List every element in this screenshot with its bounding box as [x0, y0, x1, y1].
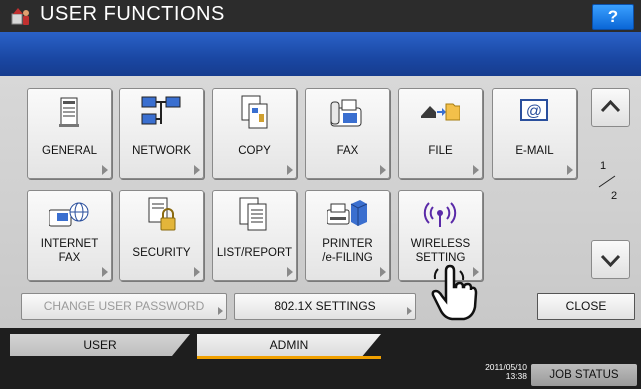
chevron-up-icon — [600, 99, 621, 113]
page-slash — [598, 175, 616, 188]
dot1x-settings-button[interactable]: 802.1X SETTINGS — [234, 293, 416, 320]
fax-label: FAX — [336, 145, 359, 157]
network-label: NETWORK — [132, 145, 191, 157]
chevron-right-icon — [102, 267, 108, 277]
tab-user[interactable]: USER — [10, 334, 190, 356]
date-time: 2011/05/10 13:38 — [452, 363, 527, 381]
list-report-button[interactable]: LIST/REPORT — [212, 190, 297, 281]
file-label: FILE — [428, 145, 453, 157]
email-label: E-MAIL — [515, 145, 554, 157]
chevron-right-icon — [287, 267, 293, 277]
close-label: CLOSE — [565, 299, 607, 313]
copy-icon — [241, 95, 268, 129]
chevron-right-icon — [218, 307, 223, 315]
general-device-icon — [59, 97, 79, 127]
scroll-down-button[interactable] — [591, 240, 630, 279]
chevron-right-icon — [194, 267, 200, 277]
title-bar: USER FUNCTIONS ? — [0, 0, 641, 32]
fax-icon — [330, 99, 362, 127]
job-status-button[interactable]: JOB STATUS — [531, 364, 637, 386]
scroll-up-button[interactable] — [591, 88, 630, 127]
security-lock-icon — [148, 197, 176, 231]
user-functions-icon — [11, 8, 29, 25]
chevron-right-icon — [380, 165, 386, 175]
printer-efiling-button[interactable]: PRINTER /e-FILING — [305, 190, 390, 281]
total-pages: 2 — [611, 190, 618, 202]
printer-box-icon — [327, 200, 367, 226]
email-icon: @ — [520, 99, 548, 121]
general-label: GENERAL — [42, 145, 97, 157]
current-page: 1 — [600, 160, 607, 172]
svg-text:@: @ — [526, 103, 542, 120]
change-user-password-button[interactable]: CHANGE USER PASSWORD — [21, 293, 227, 320]
change-password-label: CHANGE USER PASSWORD — [43, 299, 205, 313]
hand-pointer-icon — [431, 264, 478, 321]
active-tab-indicator — [197, 356, 381, 359]
chevron-right-icon — [287, 165, 293, 175]
email-button[interactable]: @ E-MAIL — [492, 88, 577, 179]
file-icon — [421, 103, 460, 121]
list-report-label: LIST/REPORT — [216, 247, 293, 259]
security-button[interactable]: SECURITY — [119, 190, 204, 281]
chevron-right-icon — [473, 165, 479, 175]
message-bar — [0, 32, 641, 76]
list-report-icon — [239, 197, 267, 231]
close-button[interactable]: CLOSE — [537, 293, 635, 320]
job-status-label: JOB STATUS — [549, 369, 619, 381]
printer-efiling-label: PRINTER /e-FILING — [322, 238, 373, 264]
chevron-right-icon — [102, 165, 108, 175]
network-icon — [141, 96, 181, 125]
copy-label: COPY — [238, 145, 271, 157]
wireless-setting-label: WIRELESS SETTING — [410, 238, 471, 264]
security-label: SECURITY — [132, 247, 191, 259]
internet-fax-label: INTERNET FAX — [40, 238, 99, 264]
fax-button[interactable]: FAX — [305, 88, 390, 179]
wireless-icon — [423, 202, 457, 227]
chevron-right-icon — [194, 165, 200, 175]
internet-fax-icon — [49, 202, 89, 227]
file-button[interactable]: FILE — [398, 88, 483, 179]
general-button[interactable]: GENERAL — [27, 88, 112, 179]
tab-admin[interactable]: ADMIN — [197, 334, 381, 356]
dot1x-label: 802.1X SETTINGS — [274, 299, 376, 313]
copy-button[interactable]: COPY — [212, 88, 297, 179]
page-indicator: 1 2 — [595, 160, 625, 206]
chevron-right-icon — [407, 307, 412, 315]
page-title: USER FUNCTIONS — [40, 3, 225, 25]
chevron-right-icon — [380, 267, 386, 277]
network-button[interactable]: NETWORK — [119, 88, 204, 179]
internet-fax-button[interactable]: INTERNET FAX — [27, 190, 112, 281]
time: 13:38 — [505, 371, 527, 381]
chevron-down-icon — [600, 254, 621, 268]
chevron-right-icon — [567, 165, 573, 175]
help-button[interactable]: ? — [592, 4, 634, 30]
